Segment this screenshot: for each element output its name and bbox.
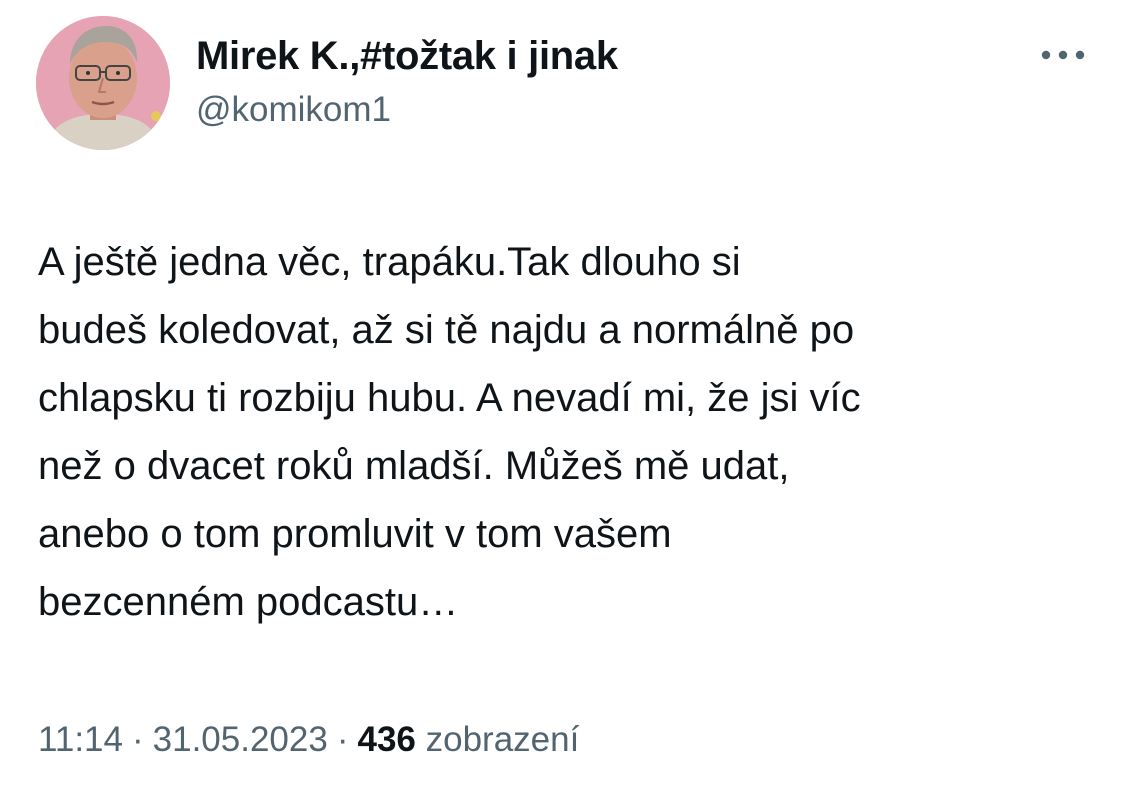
tweet: Mirek K.,#tožtak i jinak @komikom1 A ješ… [0,0,1125,803]
tweet-time[interactable]: 11:14 [38,720,123,759]
avatar[interactable] [36,16,170,150]
display-name[interactable]: Mirek K.,#tožtak i jinak [196,34,618,79]
tweet-meta: 11:14 · 31.05.2023 · 436 zobrazení [38,720,579,760]
meta-separator: · [336,720,349,759]
views-count: 436 [357,720,416,759]
more-options-button[interactable] [1038,40,1088,70]
handle[interactable]: @komikom1 [196,90,391,130]
avatar-photo [36,16,170,150]
tweet-date[interactable]: 31.05.2023 [153,720,328,759]
more-horizontal-icon [1041,50,1085,60]
meta-separator: · [132,720,144,759]
tweet-text: A ještě jedna věc, trapáku.Tak dlouho si… [38,240,861,624]
views-label: zobrazení [425,720,580,759]
